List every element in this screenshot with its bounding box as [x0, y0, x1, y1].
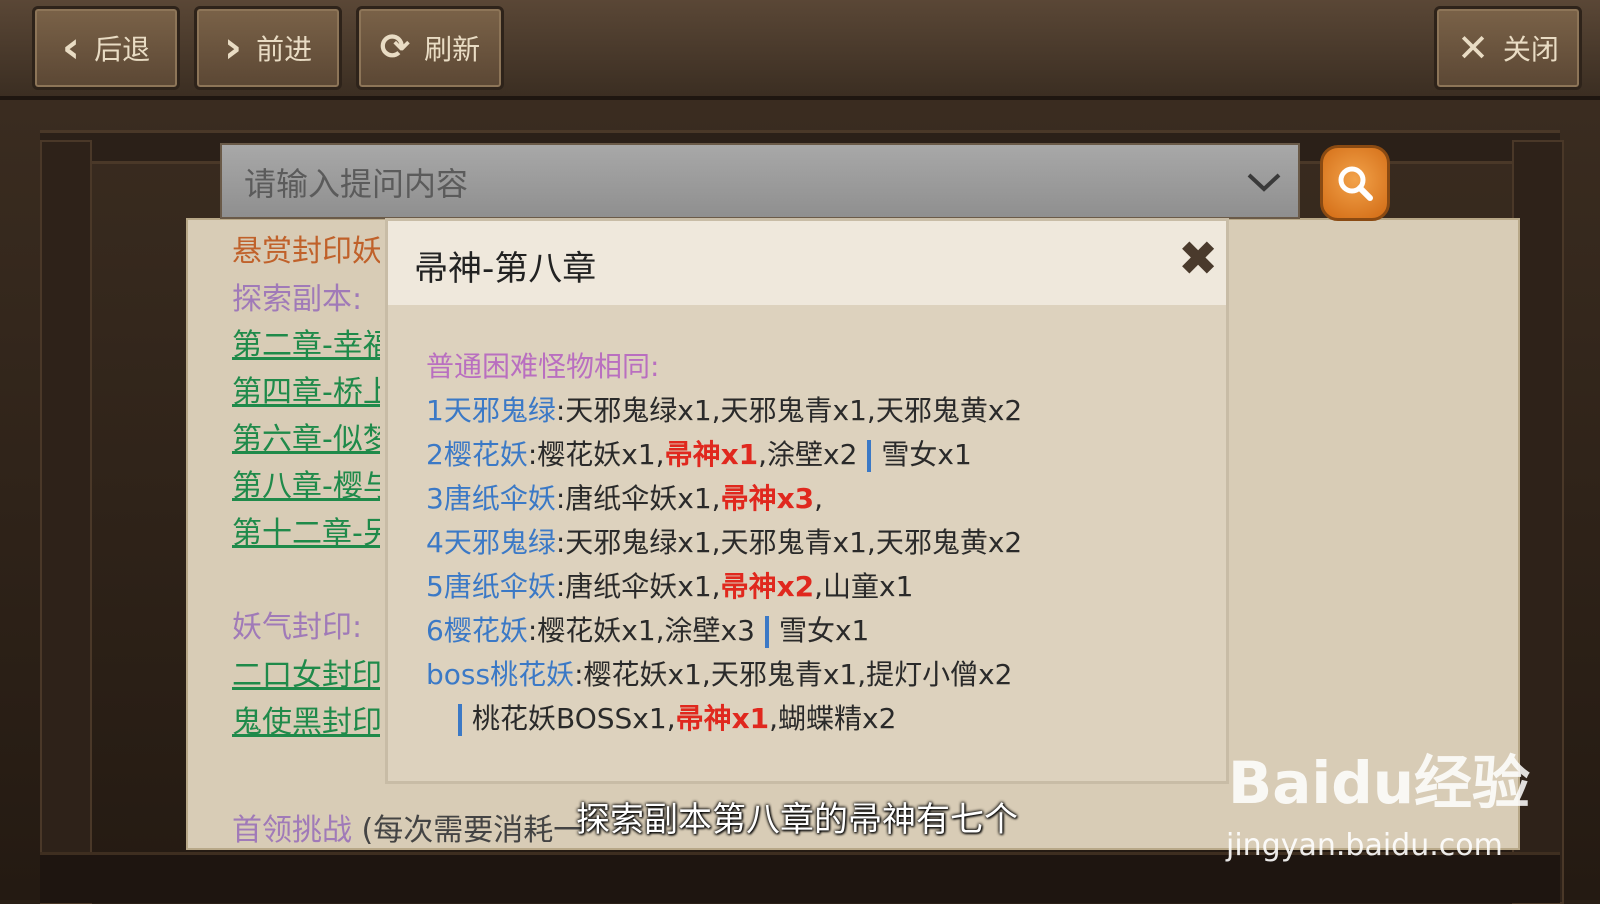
- monster-row-1: 1天邪鬼绿:天邪鬼绿x1,天邪鬼青x1,天邪鬼黄x2: [426, 394, 1023, 427]
- explore-link-chapter-8[interactable]: 第八章-樱与: [232, 461, 380, 505]
- chevron-down-icon: [1247, 173, 1281, 192]
- chevron-left-icon: ‹: [61, 22, 81, 73]
- info-modal: 帚神-第八章 ✖ 普通困难怪物相同: 1天邪鬼绿:天邪鬼绿x1,天邪鬼青x1,天…: [385, 218, 1229, 784]
- monster-row-boss: boss桃花妖:樱花妖x1,天邪鬼青x1,提灯小僧x2: [426, 658, 1013, 691]
- explore-link-chapter-6[interactable]: 第六章-似梦: [232, 414, 380, 458]
- seal-link-futakuchi[interactable]: 二口女封印(: [232, 650, 380, 694]
- seal-link-kishi-black[interactable]: 鬼使黑封印(: [232, 697, 380, 741]
- frame-post-left: [40, 140, 92, 904]
- modal-intro: 普通困难怪物相同:: [426, 350, 660, 383]
- modal-close-button[interactable]: ✖: [1178, 235, 1218, 283]
- monster-row-6: 6樱花妖:樱花妖x1,涂壁x3 雪女x1: [426, 614, 870, 648]
- boss-challenge-line: 首领挑战 (每次需要消耗一: [232, 805, 583, 849]
- separator-bar: [458, 704, 462, 736]
- browser-toolbar: ‹ 后退 › 前进 ⟳ 刷新 ✕ 关闭: [0, 0, 1600, 100]
- bounty-heading: 悬赏封印妖怪: [232, 234, 380, 269]
- boss-challenge-note: (每次需要消耗一: [361, 813, 584, 848]
- explore-link-chapter-12[interactable]: 第十二章-另: [232, 508, 380, 552]
- modal-title: 帚神-第八章: [414, 249, 597, 289]
- seal-heading: 妖气封印:: [232, 610, 363, 645]
- monster-row-3: 3唐纸伞妖:唐纸伞妖x1,帚神x3,: [426, 482, 824, 515]
- refresh-icon: ⟳: [379, 27, 411, 68]
- refresh-button[interactable]: ⟳ 刷新: [356, 6, 504, 90]
- back-button[interactable]: ‹ 后退: [32, 6, 180, 90]
- close-window-button[interactable]: ✕ 关闭: [1434, 6, 1582, 90]
- monster-row-4: 4天邪鬼绿:天邪鬼绿x1,天邪鬼青x1,天邪鬼黄x2: [426, 526, 1023, 559]
- search-input[interactable]: [242, 155, 1226, 213]
- search-button[interactable]: [1320, 145, 1390, 221]
- monster-row-5: 5唐纸伞妖:唐纸伞妖x1,帚神x2,山童x1: [426, 570, 914, 603]
- search-icon: [1338, 166, 1373, 201]
- watermark-url: jingyan.baidu.com: [1226, 828, 1503, 863]
- video-subtitle: 探索副本第八章的帚神有七个: [576, 800, 1018, 840]
- search-dropdown-toggle[interactable]: [1228, 150, 1300, 214]
- explore-link-chapter-4[interactable]: 第四章-桥上: [232, 367, 380, 411]
- close-icon: ✕: [1457, 26, 1489, 70]
- separator-bar: [764, 616, 769, 648]
- modal-header: 帚神-第八章 ✖: [388, 221, 1226, 305]
- monster-row-boss-line2: 桃花妖BOSSx1,帚神x1,蝴蝶精x2: [458, 697, 896, 737]
- forward-button[interactable]: › 前进: [194, 6, 342, 90]
- search-bar: [220, 143, 1300, 219]
- monster-row-2: 2樱花妖:樱花妖x1,帚神x1,涂壁x2 雪女x1: [426, 438, 972, 472]
- explore-heading: 探索副本:: [232, 282, 363, 317]
- explore-link-chapter-2[interactable]: 第二章-幸福: [232, 320, 380, 364]
- separator-bar: [867, 440, 872, 472]
- watermark-logo: Baidu经验: [1228, 749, 1531, 817]
- boss-challenge-label: 首领挑战: [232, 813, 352, 848]
- chevron-right-icon: ›: [223, 22, 243, 73]
- close-icon: ✖: [1178, 231, 1219, 287]
